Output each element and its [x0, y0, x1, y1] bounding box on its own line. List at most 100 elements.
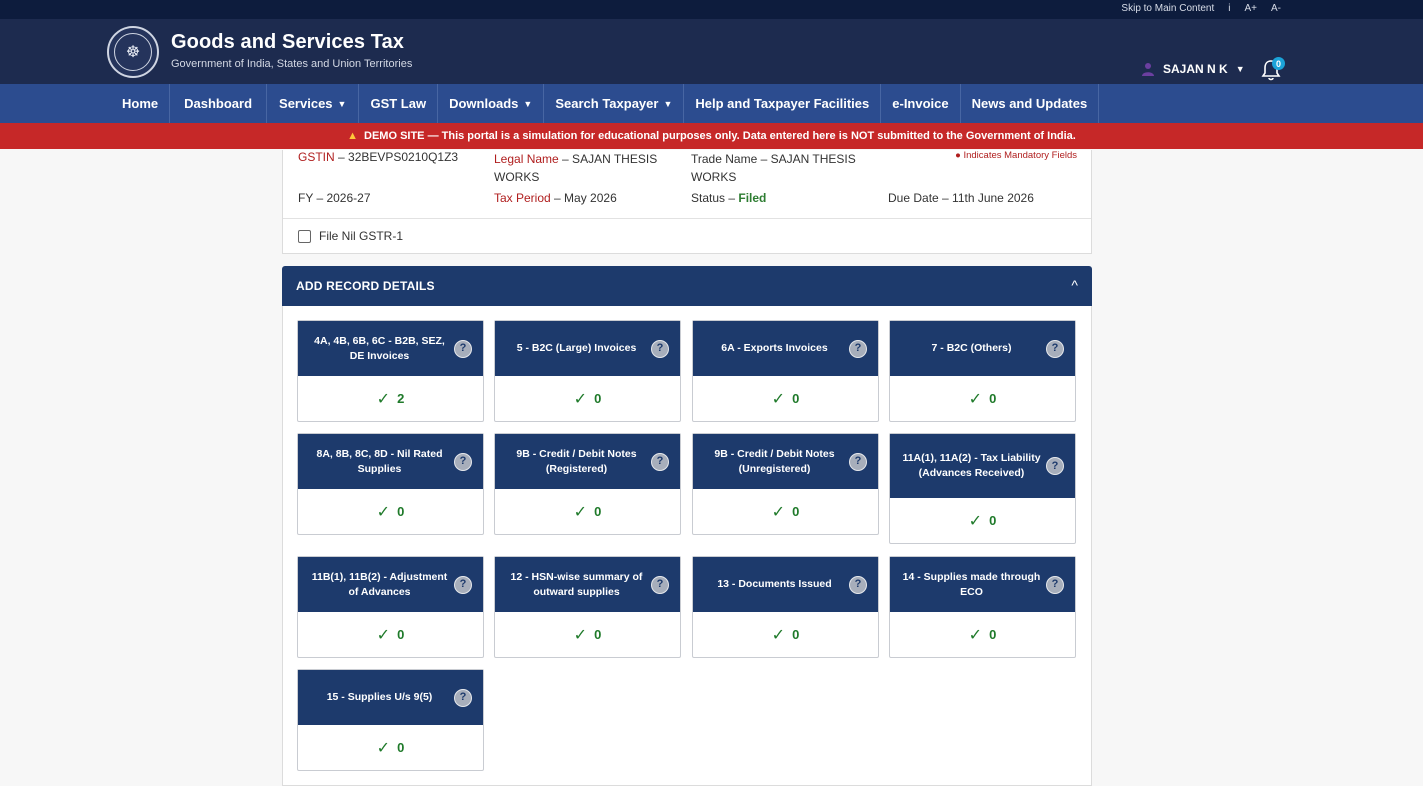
collapse-icon[interactable]: ^ — [1071, 277, 1078, 293]
check-icon: ✓ — [573, 626, 588, 644]
tax-period-field: Tax Period – May 2026 — [494, 191, 617, 205]
emblem-logo[interactable]: ☸ — [107, 26, 159, 78]
nav-item-einvoice[interactable]: e-Invoice — [881, 84, 961, 123]
help-icon[interactable]: ? — [849, 575, 867, 594]
help-icon[interactable]: ? — [651, 339, 669, 358]
gstin-value: – 32BEVPS0210Q1Z3 — [334, 150, 459, 164]
help-icon[interactable]: ? — [1046, 339, 1064, 358]
tile-exports-invoices[interactable]: 6A - Exports Invoices? ✓ 0 — [692, 320, 879, 422]
tile-title: 11B(1), 11B(2) - Adjustment of Advances — [311, 570, 448, 598]
tile-title: 4A, 4B, 6B, 6C - B2B, SEZ, DE Invoices — [314, 334, 445, 362]
legal-name-value-cont: WORKS — [494, 170, 540, 184]
section-title: ADD RECORD DETAILS — [296, 279, 435, 293]
divider — [283, 218, 1091, 219]
help-icon[interactable]: ? — [651, 575, 669, 594]
mandatory-fields-note: ● Indicates Mandatory Fields — [955, 150, 1077, 161]
help-icon[interactable]: ? — [454, 575, 472, 594]
tile-title: 9B - Credit / Debit Notes (Registered) — [516, 447, 637, 475]
tile-count: 0 — [989, 513, 997, 528]
trade-name-value-cont: WORKS — [691, 170, 737, 184]
status-label: Status – — [691, 191, 739, 205]
tile-count: 0 — [792, 627, 800, 642]
skip-to-main-link[interactable]: Skip to Main Content — [1121, 3, 1214, 14]
tile-b2c-large-invoices[interactable]: 5 - B2C (Large) Invoices? ✓ 0 — [494, 320, 681, 422]
tile-title: 14 - Supplies made through ECO — [902, 570, 1041, 598]
help-icon[interactable]: ? — [849, 452, 867, 471]
tile-title: 11A(1), 11A(2) - Tax Liability (Advances… — [902, 452, 1041, 479]
tile-documents-issued[interactable]: 13 - Documents Issued? ✓ 0 — [692, 556, 879, 658]
trade-name-value: Trade Name – SAJAN THESIS — [691, 152, 856, 166]
tile-count: 0 — [989, 391, 997, 406]
help-icon[interactable]: ? — [849, 339, 867, 358]
file-nil-checkbox[interactable] — [298, 229, 311, 243]
tile-b2b-invoices[interactable]: 4A, 4B, 6B, 6C - B2B, SEZ, DE Invoices? … — [297, 320, 484, 422]
chevron-down-icon: ▼ — [1235, 64, 1245, 74]
tile-cdn-registered[interactable]: 9B - Credit / Debit Notes (Registered)? … — [494, 433, 681, 535]
site-header: ☸ Goods and Services Tax Government of I… — [0, 19, 1423, 84]
tile-title: 15 - Supplies U/s 9(5) — [326, 691, 433, 703]
nav-item-search-taxpayer[interactable]: Search Taxpayer ▼ — [544, 84, 685, 123]
demo-warning-banner: ▲ DEMO SITE — This portal is a simulatio… — [0, 123, 1423, 149]
add-record-details-header[interactable]: ADD RECORD DETAILS ^ — [282, 266, 1092, 306]
tile-title: 5 - B2C (Large) Invoices — [516, 342, 637, 354]
check-icon: ✓ — [771, 626, 786, 644]
font-increase-button[interactable]: A+ — [1244, 3, 1257, 14]
nav-item-downloads[interactable]: Downloads ▼ — [438, 84, 545, 123]
tile-supplies-eco[interactable]: 14 - Supplies made through ECO? ✓ 0 — [889, 556, 1076, 658]
emblem-icon: ☸ — [114, 33, 152, 71]
tax-period-label: Tax Period — [494, 191, 551, 205]
nav-item-news[interactable]: News and Updates — [961, 84, 1100, 123]
gstin-field: GSTIN – 32BEVPS0210Q1Z3 — [298, 150, 458, 164]
tile-count: 0 — [397, 740, 405, 755]
tile-cdn-unregistered[interactable]: 9B - Credit / Debit Notes (Unregistered)… — [692, 433, 879, 535]
tile-b2c-others[interactable]: 7 - B2C (Others)? ✓ 0 — [889, 320, 1076, 422]
gstin-label: GSTIN — [298, 150, 335, 164]
site-subtitle: Government of India, States and Union Te… — [171, 58, 413, 70]
check-icon: ✓ — [771, 503, 786, 521]
tile-count: 0 — [594, 391, 602, 406]
tile-count: 0 — [594, 504, 602, 519]
warning-icon: ▲ — [347, 130, 359, 142]
tile-count: 0 — [397, 627, 405, 642]
status-field: Status – Filed — [691, 191, 766, 205]
tile-title: 7 - B2C (Others) — [931, 342, 1012, 354]
tile-count: 0 — [792, 391, 800, 406]
info-icon[interactable]: i — [1228, 3, 1230, 14]
tile-title: 9B - Credit / Debit Notes (Unregistered) — [714, 447, 835, 475]
nav-item-dashboard[interactable]: Dashboard — [170, 84, 268, 123]
nav-item-help[interactable]: Help and Taxpayer Facilities — [684, 84, 882, 123]
notification-badge: 0 — [1272, 57, 1285, 70]
check-icon: ✓ — [376, 626, 391, 644]
font-decrease-button[interactable]: A- — [1271, 3, 1281, 14]
help-icon[interactable]: ? — [1046, 457, 1064, 475]
check-icon: ✓ — [968, 512, 983, 530]
nav-item-home[interactable]: Home — [111, 84, 171, 123]
tile-title: 6A - Exports Invoices — [721, 342, 828, 354]
help-icon[interactable]: ? — [454, 452, 472, 471]
tile-nil-rated-supplies[interactable]: 8A, 8B, 8C, 8D - Nil Rated Supplies? ✓ 0 — [297, 433, 484, 535]
return-info-panel: GSTIN – 32BEVPS0210Q1Z3 Legal Name – SAJ… — [282, 150, 1092, 254]
nav-item-services[interactable]: Services ▼ — [267, 84, 360, 123]
tile-hsn-summary[interactable]: 12 - HSN-wise summary of outward supplie… — [494, 556, 681, 658]
check-icon: ✓ — [771, 390, 786, 408]
help-icon[interactable]: ? — [454, 339, 472, 358]
tile-tax-liability-advances[interactable]: 11A(1), 11A(2) - Tax Liability (Advances… — [889, 433, 1076, 544]
help-icon[interactable]: ? — [454, 688, 472, 707]
nav-item-gst-law[interactable]: GST Law — [359, 84, 439, 123]
help-icon[interactable]: ? — [651, 452, 669, 471]
check-icon: ✓ — [968, 626, 983, 644]
tile-count: 0 — [989, 627, 997, 642]
check-icon: ✓ — [376, 390, 391, 408]
site-title: Goods and Services Tax — [171, 31, 405, 53]
check-icon: ✓ — [573, 390, 588, 408]
file-nil-option[interactable]: File Nil GSTR-1 — [298, 229, 403, 243]
help-icon[interactable]: ? — [1046, 575, 1064, 594]
tile-adjustment-advances[interactable]: 11B(1), 11B(2) - Adjustment of Advances?… — [297, 556, 484, 658]
user-name: SAJAN N K — [1163, 62, 1228, 76]
user-menu[interactable]: SAJAN N K ▼ — [1141, 62, 1245, 76]
check-icon: ✓ — [573, 503, 588, 521]
check-icon: ✓ — [376, 503, 391, 521]
tile-count: 0 — [792, 504, 800, 519]
tile-supplies-9-5[interactable]: 15 - Supplies U/s 9(5)? ✓ 0 — [297, 669, 484, 771]
chevron-down-icon: ▼ — [663, 98, 673, 109]
